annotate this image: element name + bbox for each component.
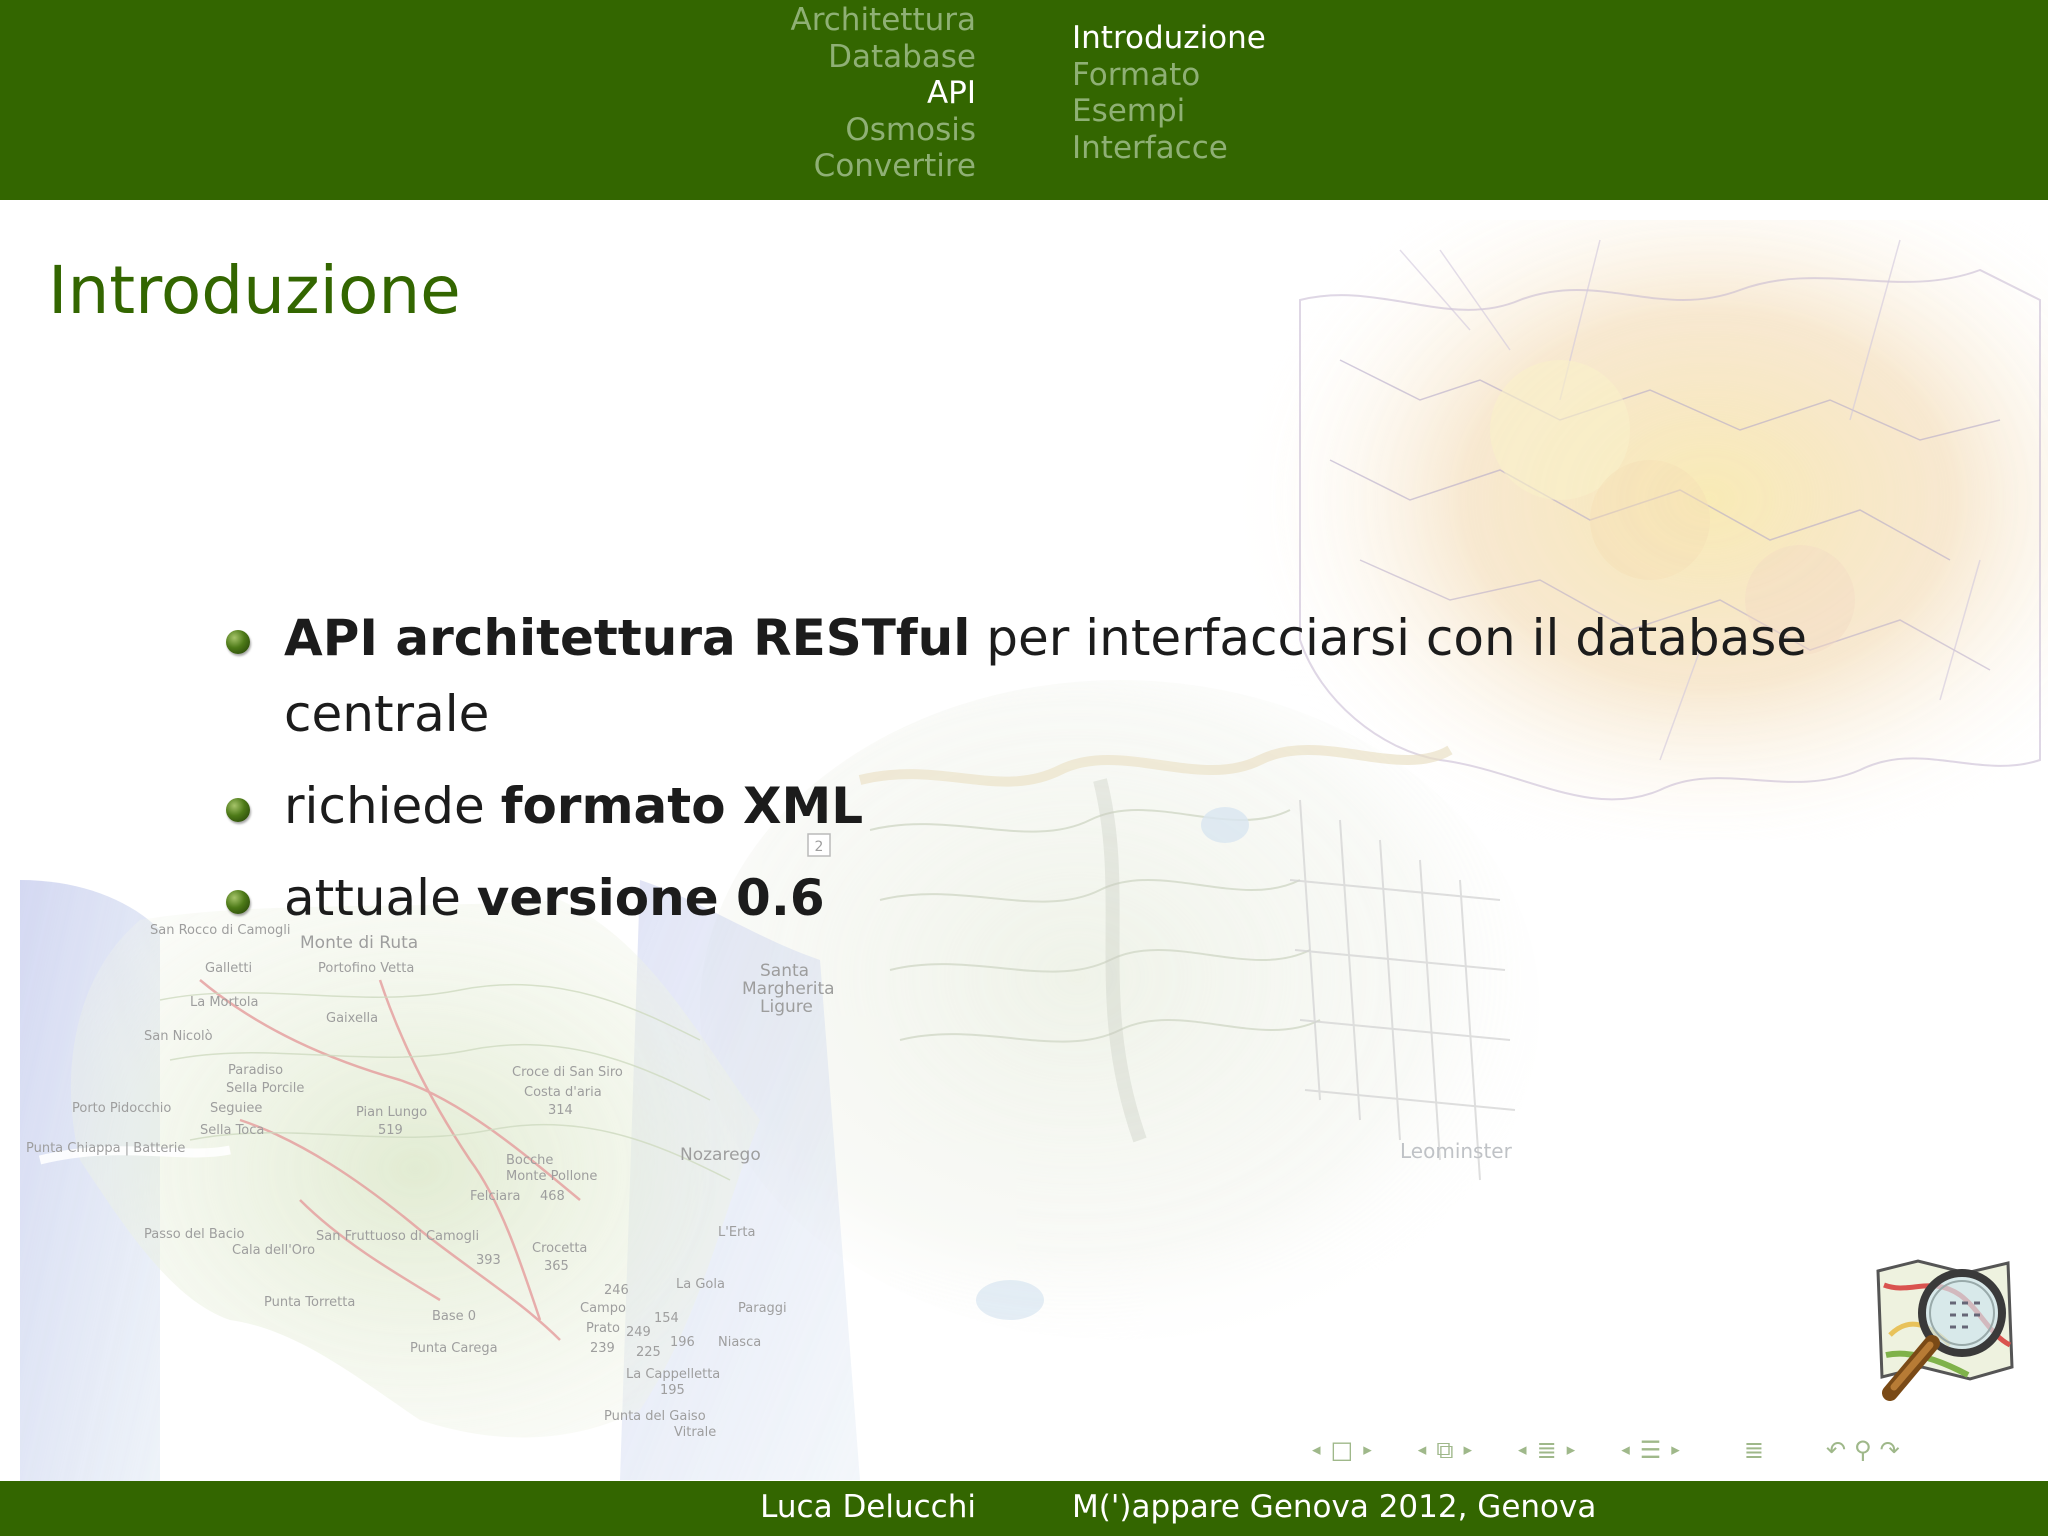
section-nav: Architettura Database API Osmosis Conver… bbox=[790, 2, 976, 185]
prev-subsection-icon[interactable]: ◂ bbox=[1512, 1440, 1533, 1460]
prev-section-icon[interactable]: ◂ bbox=[1615, 1440, 1636, 1460]
bullet-bold-text: API architettura RESTful bbox=[284, 609, 971, 667]
svg-text:239: 239 bbox=[590, 1341, 615, 1356]
next-subsection-icon[interactable]: ▸ bbox=[1561, 1440, 1582, 1460]
bullet-ball-icon bbox=[226, 630, 250, 654]
svg-text:Paraggi: Paraggi bbox=[738, 1301, 787, 1316]
svg-text:Niasca: Niasca bbox=[718, 1335, 761, 1350]
svg-text:La Mortola: La Mortola bbox=[190, 995, 259, 1010]
svg-text:Gaixella: Gaixella bbox=[326, 1011, 378, 1026]
svg-text:225: 225 bbox=[636, 1345, 661, 1360]
openstreetmap-logo bbox=[1876, 1259, 2014, 1401]
bullet-item: attuale versione 0.6 bbox=[222, 860, 1882, 936]
svg-text:Bocche: Bocche bbox=[506, 1153, 553, 1168]
svg-text:Leominster: Leominster bbox=[1400, 1139, 1513, 1163]
forward-icon[interactable]: ↷ bbox=[1876, 1436, 1904, 1464]
svg-text:Sella Toca: Sella Toca bbox=[200, 1123, 264, 1138]
svg-text:249: 249 bbox=[626, 1325, 651, 1340]
footer-author: Luca Delucchi bbox=[760, 1489, 976, 1525]
svg-text:154: 154 bbox=[654, 1311, 679, 1326]
nav-section-convertire[interactable]: Convertire bbox=[814, 148, 976, 185]
svg-text:195: 195 bbox=[660, 1383, 685, 1398]
next-section-icon[interactable]: ▸ bbox=[1665, 1440, 1686, 1460]
document-nav-icon[interactable]: ≣ bbox=[1740, 1436, 1768, 1464]
bullet-item: richiede formato XML bbox=[222, 768, 1882, 844]
svg-text:314: 314 bbox=[548, 1103, 573, 1118]
nav-section-api[interactable]: API bbox=[927, 75, 976, 112]
svg-text:Porto Pidocchio: Porto Pidocchio bbox=[72, 1101, 171, 1116]
svg-text:Cala dell'Oro: Cala dell'Oro bbox=[232, 1243, 315, 1258]
svg-text:Punta Chiappa | Batterie: Punta Chiappa | Batterie bbox=[26, 1141, 185, 1156]
svg-text:Passo del Bacio: Passo del Bacio bbox=[144, 1227, 244, 1242]
header-bar: Architettura Database API Osmosis Conver… bbox=[0, 0, 2048, 200]
footer-title: M(')appare Genova 2012, Genova bbox=[1072, 1489, 1597, 1525]
svg-text:San Fruttuoso di Camogli: San Fruttuoso di Camogli bbox=[316, 1229, 479, 1244]
prev-slide-icon[interactable]: ◂ bbox=[1306, 1440, 1327, 1460]
next-slide-icon[interactable]: ▸ bbox=[1357, 1440, 1378, 1460]
bullet-ball-icon bbox=[226, 890, 250, 914]
slide-nav-icon[interactable]: □ bbox=[1327, 1436, 1358, 1464]
svg-text:La Gola: La Gola bbox=[676, 1277, 725, 1292]
svg-text:393: 393 bbox=[476, 1253, 501, 1268]
svg-text:Seguiee: Seguiee bbox=[210, 1101, 262, 1116]
svg-text:519: 519 bbox=[378, 1123, 403, 1138]
svg-text:468: 468 bbox=[540, 1189, 565, 1204]
svg-text:Galletti: Galletti bbox=[205, 961, 252, 976]
subsection-nav: Introduzione Formato Esempi Interfacce bbox=[1072, 20, 1266, 166]
svg-text:246: 246 bbox=[604, 1283, 629, 1298]
bullet-item: API architettura RESTful per interfaccia… bbox=[222, 600, 1882, 752]
svg-text:Prato: Prato bbox=[586, 1321, 620, 1336]
bullet-text: attuale bbox=[284, 869, 477, 927]
svg-text:Campo: Campo bbox=[580, 1301, 626, 1316]
nav-section-database[interactable]: Database bbox=[828, 39, 976, 76]
bullet-ball-icon bbox=[226, 798, 250, 822]
svg-text:Paradiso: Paradiso bbox=[228, 1063, 283, 1078]
bullet-list: API architettura RESTful per interfaccia… bbox=[222, 600, 1882, 952]
svg-text:Crocetta: Crocetta bbox=[532, 1241, 587, 1256]
nav-section-architettura[interactable]: Architettura bbox=[790, 2, 976, 39]
svg-text:L'Erta: L'Erta bbox=[718, 1225, 755, 1240]
svg-text:Punta del Gaiso: Punta del Gaiso bbox=[604, 1409, 706, 1424]
frame-title: Introduzione bbox=[48, 252, 461, 329]
nav-subsection-introduzione[interactable]: Introduzione bbox=[1072, 20, 1266, 57]
svg-text:Nozarego: Nozarego bbox=[680, 1145, 761, 1165]
svg-text:La Cappelletta: La Cappelletta bbox=[626, 1367, 720, 1382]
svg-text:Base 0: Base 0 bbox=[432, 1309, 476, 1324]
back-icon[interactable]: ↶ bbox=[1822, 1436, 1850, 1464]
svg-text:Croce di San Siro: Croce di San Siro bbox=[512, 1065, 623, 1080]
svg-text:Costa d'aria: Costa d'aria bbox=[524, 1085, 602, 1100]
frame-nav-icon[interactable]: ⧉ bbox=[1432, 1436, 1457, 1464]
svg-text:Punta Carega: Punta Carega bbox=[410, 1341, 498, 1356]
nav-subsection-interfacce[interactable]: Interfacce bbox=[1072, 130, 1228, 167]
nav-subsection-formato[interactable]: Formato bbox=[1072, 57, 1200, 94]
svg-text:Punta Torretta: Punta Torretta bbox=[264, 1295, 355, 1310]
section-nav-icon[interactable]: ☰ bbox=[1636, 1436, 1666, 1464]
nav-section-osmosis[interactable]: Osmosis bbox=[845, 112, 976, 149]
svg-text:Sella Porcile: Sella Porcile bbox=[226, 1081, 304, 1096]
prev-frame-icon[interactable]: ◂ bbox=[1412, 1440, 1433, 1460]
footer-bar: Luca Delucchi M(')appare Genova 2012, Ge… bbox=[0, 1481, 2048, 1536]
beamer-navigation-symbols: ◂ □ ▸ ◂ ⧉ ▸ ◂ ≣ ▸ ◂ ☰ ▸ ≣ ↶ ⚲ ↷ bbox=[1306, 1436, 1904, 1464]
svg-text:Portofino Vetta: Portofino Vetta bbox=[318, 961, 414, 976]
svg-text:Margherita: Margherita bbox=[742, 979, 835, 999]
svg-text:Santa: Santa bbox=[760, 961, 809, 981]
svg-text:Monte Pollone: Monte Pollone bbox=[506, 1169, 597, 1184]
bullet-text: richiede bbox=[284, 777, 501, 835]
bullet-bold-text: versione 0.6 bbox=[476, 869, 825, 927]
svg-text:365: 365 bbox=[544, 1259, 569, 1274]
next-frame-icon[interactable]: ▸ bbox=[1457, 1440, 1478, 1460]
svg-text:196: 196 bbox=[670, 1335, 695, 1350]
subsection-nav-icon[interactable]: ≣ bbox=[1533, 1436, 1561, 1464]
search-icon[interactable]: ⚲ bbox=[1850, 1436, 1876, 1464]
svg-text:Ligure: Ligure bbox=[760, 997, 813, 1017]
svg-text:Vitrale: Vitrale bbox=[674, 1425, 716, 1440]
bullet-bold-text: formato XML bbox=[500, 777, 864, 835]
svg-text:San Nicolò: San Nicolò bbox=[144, 1029, 213, 1044]
svg-text:Pian Lungo: Pian Lungo bbox=[356, 1105, 427, 1120]
svg-text:Felciara: Felciara bbox=[470, 1189, 520, 1204]
nav-subsection-esempi[interactable]: Esempi bbox=[1072, 93, 1185, 130]
